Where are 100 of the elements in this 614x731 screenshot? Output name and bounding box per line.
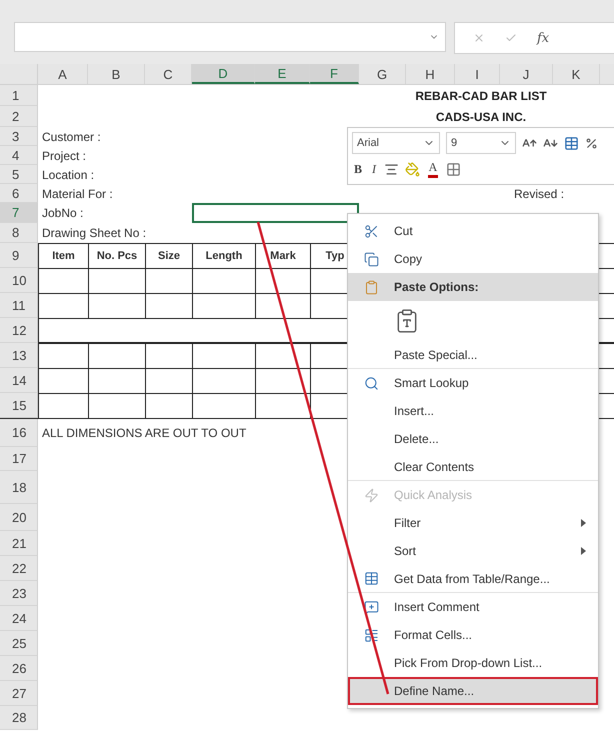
- menu-item[interactable]: Pick From Drop-down List...: [348, 649, 598, 677]
- lightning-icon: [364, 488, 378, 502]
- sheet-title: CADS-USA INC.: [434, 110, 528, 124]
- row-header[interactable]: 28: [0, 706, 38, 730]
- copy-icon: [364, 252, 378, 266]
- cell-text: Drawing Sheet No :: [41, 226, 146, 240]
- menu-item[interactable]: Paste Options:: [348, 273, 598, 301]
- menu-item[interactable]: Cut: [348, 217, 598, 245]
- font-color-button[interactable]: A: [426, 160, 440, 178]
- row-header[interactable]: 17: [0, 447, 38, 471]
- format-table-icon[interactable]: [564, 136, 579, 150]
- row-header[interactable]: 21: [0, 531, 38, 556]
- table-cell: [255, 268, 310, 293]
- row-header[interactable]: 11: [0, 293, 38, 318]
- font-size-field[interactable]: 9: [446, 132, 516, 154]
- table-cell: [192, 343, 255, 368]
- table-header-cell: Item: [38, 243, 88, 268]
- table-cell: [38, 293, 88, 318]
- table-header-cell: Mark: [255, 243, 310, 268]
- cell-text: Project :: [41, 148, 86, 162]
- selected-cell-range[interactable]: [192, 203, 359, 223]
- menu-item[interactable]: Sort: [348, 537, 598, 565]
- table-cell: [38, 268, 88, 293]
- table-cell: [255, 343, 310, 368]
- align-center-icon[interactable]: [384, 162, 400, 176]
- fill-color-icon[interactable]: [405, 162, 420, 176]
- font-name-field[interactable]: Arial: [352, 132, 440, 154]
- cell-text: Material For :: [41, 186, 113, 200]
- column-header[interactable]: E: [255, 64, 310, 84]
- menu-item[interactable]: Paste Special...: [348, 341, 598, 369]
- table-cell: [38, 368, 88, 393]
- italic-button[interactable]: I: [370, 162, 378, 176]
- table-header-cell: Size: [145, 243, 192, 268]
- row-header[interactable]: 18: [0, 471, 38, 504]
- table-cell: [145, 293, 192, 318]
- menu-item[interactable]: Clear Contents: [348, 453, 598, 481]
- formula-bar[interactable]: fx: [454, 22, 614, 54]
- row-header[interactable]: 7: [0, 203, 38, 223]
- row-header[interactable]: 6: [0, 184, 38, 203]
- row-header[interactable]: 9: [0, 243, 38, 268]
- row-header[interactable]: 13: [0, 343, 38, 368]
- cell-text: Customer :: [41, 130, 101, 144]
- table-cell: [192, 293, 255, 318]
- table-cell: [255, 293, 310, 318]
- sheet-title: REBAR-CAD BAR LIST: [414, 88, 548, 102]
- borders-icon[interactable]: [446, 162, 462, 176]
- row-header[interactable]: 12: [0, 318, 38, 343]
- menu-item[interactable]: Smart Lookup: [348, 369, 598, 397]
- cell-text: ALL DIMENSIONS ARE OUT TO OUT: [41, 426, 246, 440]
- submenu-arrow-icon: [581, 547, 586, 555]
- table-cell: [88, 368, 145, 393]
- comment-icon: [364, 600, 378, 614]
- row-header[interactable]: 25: [0, 631, 38, 656]
- cell-text: Location :: [41, 168, 94, 182]
- row-header[interactable]: 4: [0, 146, 38, 165]
- row-header[interactable]: 23: [0, 581, 38, 606]
- menu-item[interactable]: Define Name...: [348, 677, 598, 705]
- table-header-cell: No. Pcs: [88, 243, 145, 268]
- row-header[interactable]: 16: [0, 419, 38, 447]
- row-header[interactable]: 15: [0, 393, 38, 418]
- menu-item[interactable]: Get Data from Table/Range...: [348, 565, 598, 593]
- menu-item[interactable]: Format Cells...: [348, 621, 598, 649]
- cell-text: JobNo :: [41, 206, 84, 220]
- table-cell: [145, 268, 192, 293]
- row-header[interactable]: 5: [0, 165, 38, 184]
- row-header[interactable]: 2: [0, 106, 38, 127]
- row-header[interactable]: 1: [0, 85, 38, 106]
- cancel-icon: [473, 32, 485, 44]
- table-cell: [38, 343, 88, 368]
- row-header[interactable]: 20: [0, 504, 38, 531]
- menu-item[interactable]: Filter: [348, 509, 598, 537]
- table-cell: [88, 293, 145, 318]
- row-header[interactable]: 14: [0, 368, 38, 393]
- row-header[interactable]: 24: [0, 606, 38, 631]
- percent-icon[interactable]: [585, 136, 598, 150]
- table-cell: [145, 368, 192, 393]
- menu-item[interactable]: Insert Comment: [348, 593, 598, 621]
- bold-button[interactable]: B: [352, 162, 364, 176]
- row-header[interactable]: 22: [0, 556, 38, 581]
- table-cell: [192, 268, 255, 293]
- row-header[interactable]: 3: [0, 127, 38, 146]
- table-cell: [192, 368, 255, 393]
- row-header[interactable]: 10: [0, 268, 38, 293]
- column-header[interactable]: D: [192, 64, 255, 84]
- enter-icon: [505, 32, 517, 44]
- menu-item[interactable]: Insert...: [348, 397, 598, 425]
- search-icon: [364, 376, 378, 390]
- scissors-icon: [364, 224, 378, 238]
- format-cells-icon: [364, 628, 378, 642]
- column-header[interactable]: F: [310, 64, 359, 84]
- row-header[interactable]: 26: [0, 656, 38, 681]
- table-header-cell: Length: [192, 243, 255, 268]
- clipboard-icon: [364, 280, 378, 294]
- submenu-arrow-icon: [581, 519, 586, 527]
- table-cell: [255, 368, 310, 393]
- cell-text: Revised :: [514, 186, 564, 200]
- table-cell: [145, 343, 192, 368]
- menu-item[interactable]: Delete...: [348, 425, 598, 453]
- row-header[interactable]: 27: [0, 681, 38, 706]
- row-header[interactable]: 8: [0, 223, 38, 243]
